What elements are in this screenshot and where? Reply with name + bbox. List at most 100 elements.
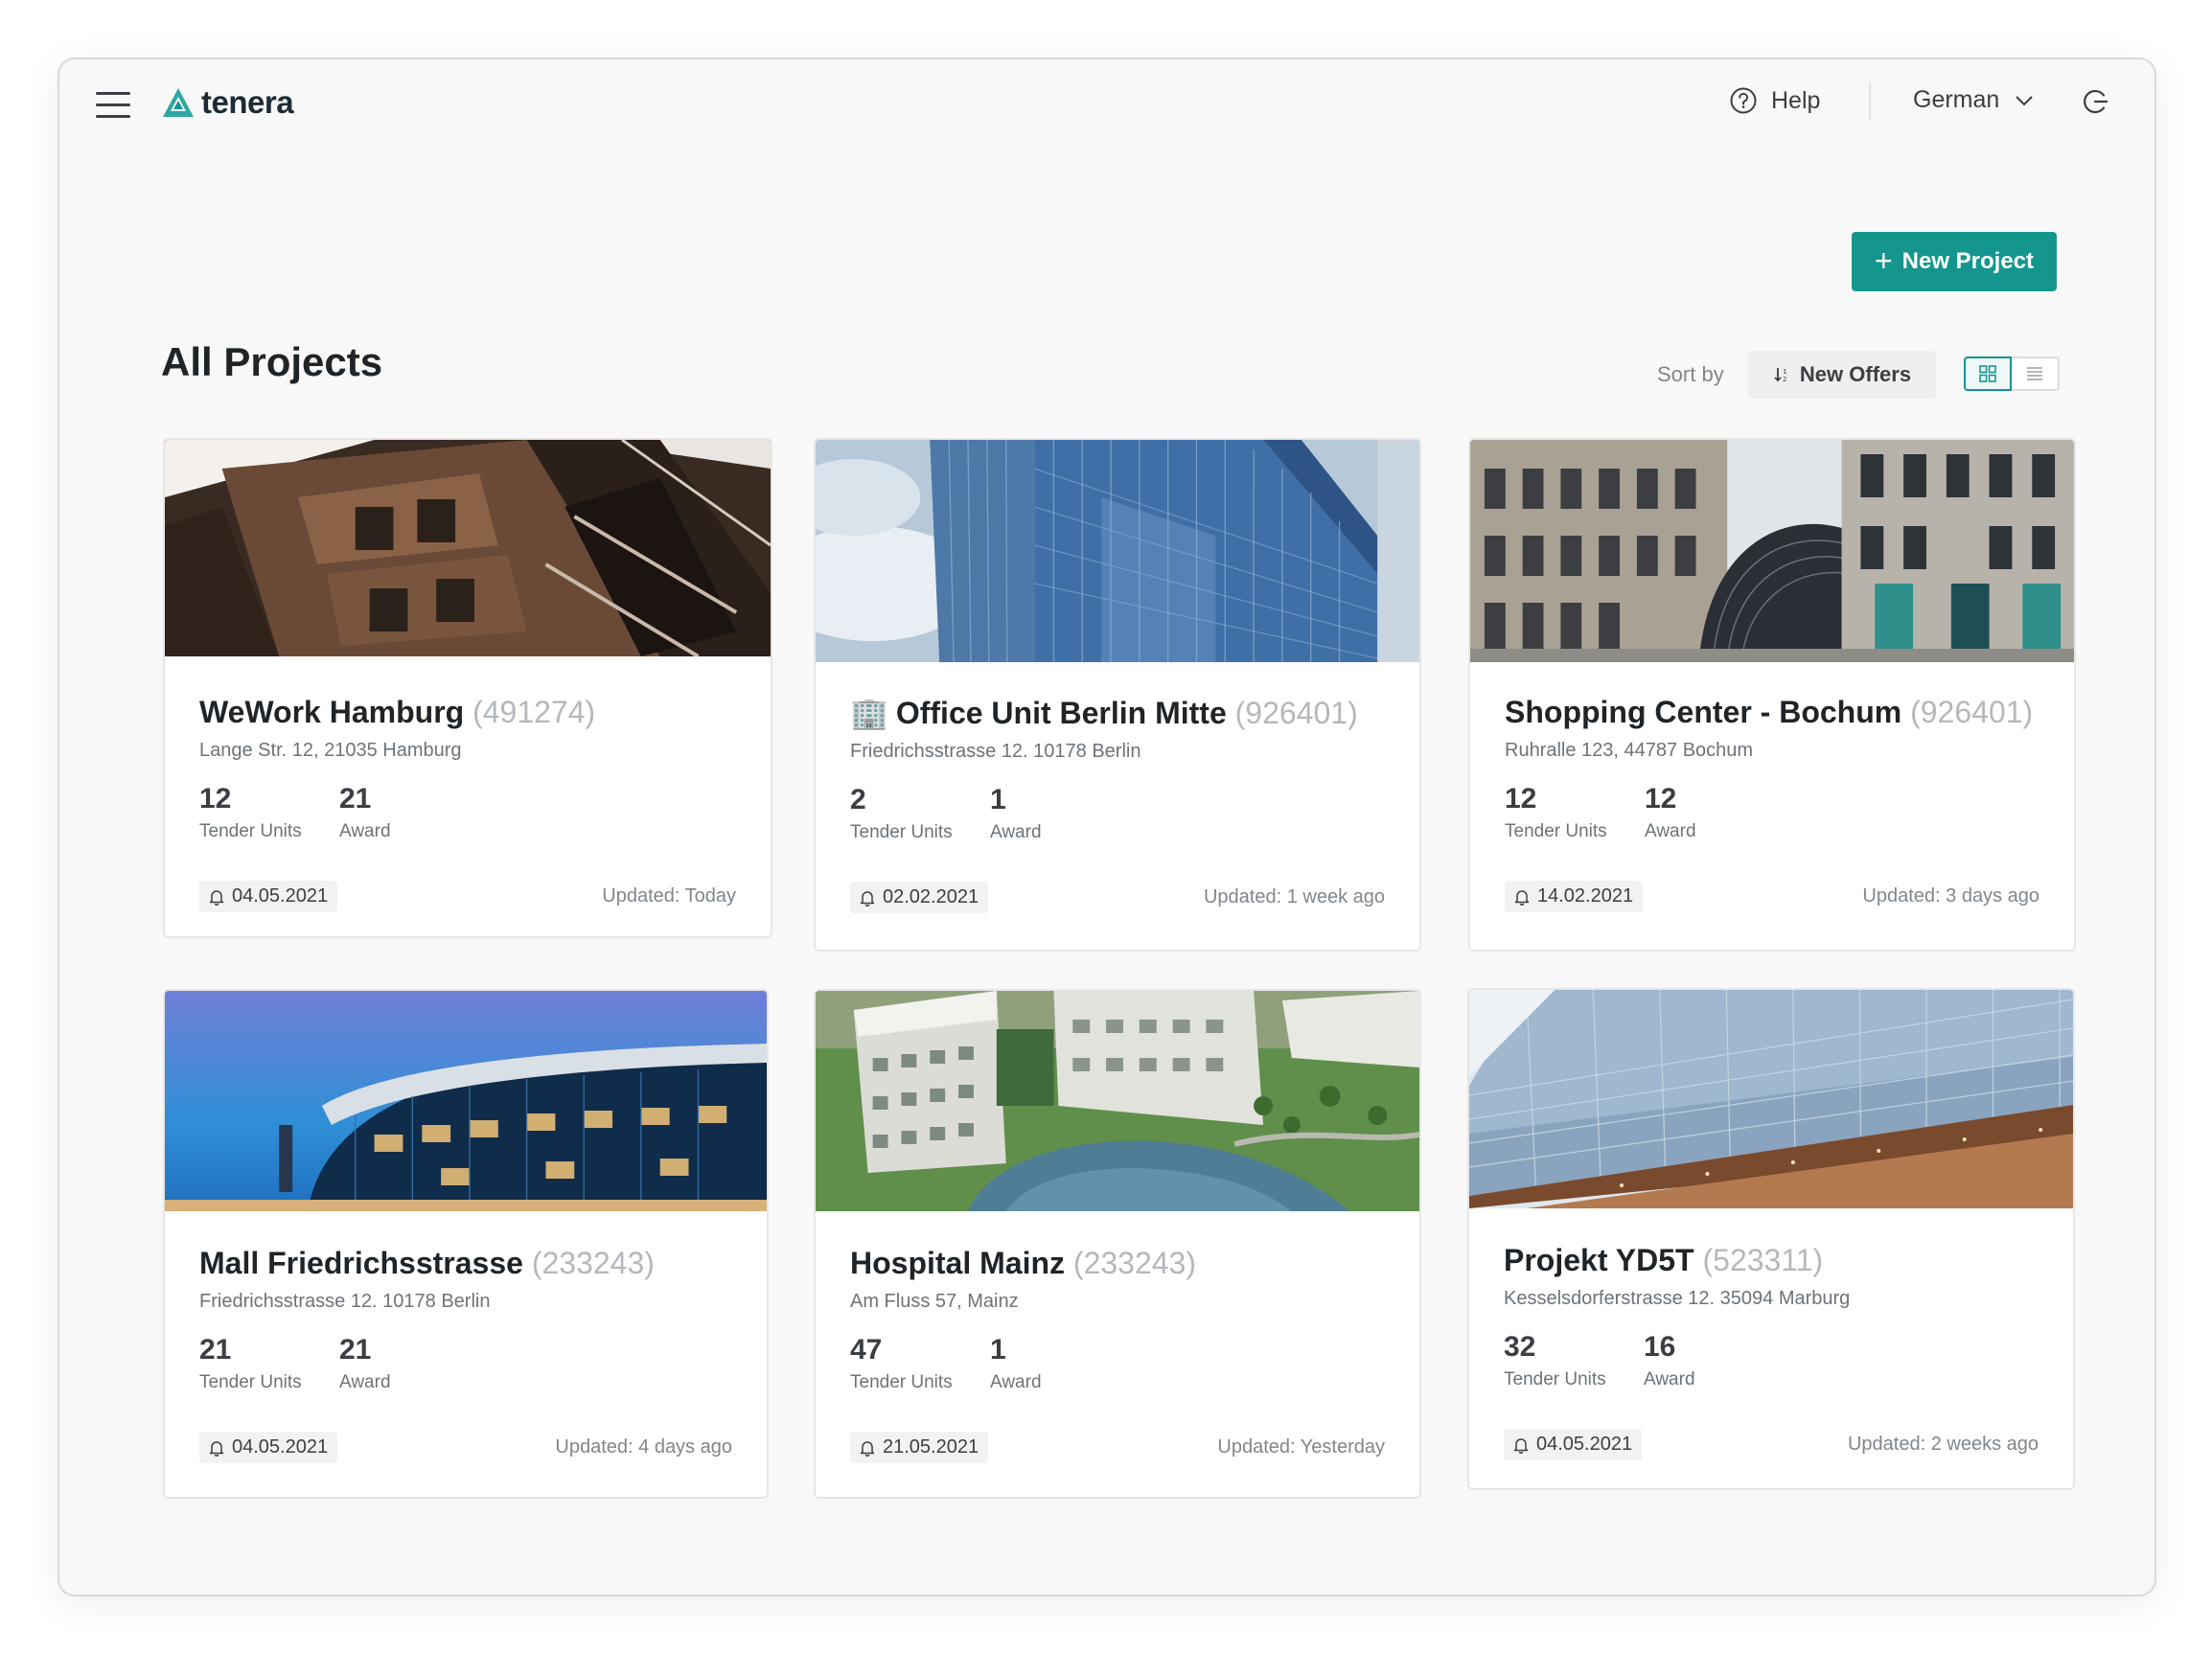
deadline-date: 04.05.2021 bbox=[1536, 1434, 1633, 1455]
deadline-chip: 04.05.2021 bbox=[1504, 1429, 1643, 1460]
page-title: All Projects bbox=[161, 339, 383, 384]
deadline-date: 02.02.2021 bbox=[883, 886, 979, 907]
sort-dropdown[interactable]: 1 2 New Offers bbox=[1748, 351, 1936, 399]
award-stat: 12 Award bbox=[1645, 783, 1785, 842]
project-card[interactable]: Shopping Center - Bochum (926401) Ruhral… bbox=[1468, 438, 2076, 952]
award-label: Award bbox=[990, 822, 1042, 842]
new-project-button[interactable]: + New Project bbox=[1852, 232, 2057, 291]
logout-button[interactable] bbox=[2080, 86, 2110, 122]
svg-text:1: 1 bbox=[1783, 368, 1786, 376]
award-count: 1 bbox=[990, 1334, 1006, 1366]
bell-icon bbox=[1514, 889, 1530, 906]
project-card[interactable]: Hospital Mainz (233243) Am Fluss 57, Mai… bbox=[814, 989, 1421, 1499]
help-circle-icon bbox=[1730, 87, 1757, 114]
deadline-chip: 14.02.2021 bbox=[1505, 881, 1644, 912]
award-count: 16 bbox=[1644, 1331, 1676, 1363]
bell-icon bbox=[209, 1440, 224, 1457]
tender-units-label: Tender Units bbox=[850, 1372, 953, 1392]
project-stats: 12 Tender Units 12 Award bbox=[1505, 783, 2039, 842]
logout-icon bbox=[2084, 89, 2108, 114]
award-stat: 21 Award bbox=[339, 1334, 479, 1393]
deadline-date: 04.05.2021 bbox=[232, 1436, 329, 1458]
deadline-chip: 04.05.2021 bbox=[199, 881, 338, 912]
project-image bbox=[816, 991, 1419, 1211]
project-card[interactable]: Mall Friedrichsstrasse (233243) Friedric… bbox=[163, 989, 769, 1499]
project-title: Mall Friedrichsstrasse (233243) bbox=[199, 1246, 732, 1281]
deadline-date: 14.02.2021 bbox=[1537, 885, 1634, 907]
project-stats: 21 Tender Units 21 Award bbox=[199, 1334, 732, 1393]
award-stat: 1 Award bbox=[990, 784, 1130, 843]
updated-text: Updated: 3 days ago bbox=[1862, 885, 2039, 907]
project-stats: 47 Tender Units 1 Award bbox=[850, 1334, 1385, 1393]
project-address: Friedrichsstrasse 12. 10178 Berlin bbox=[850, 741, 1141, 762]
bell-icon bbox=[860, 1440, 875, 1457]
updated-text: Updated: 2 weeks ago bbox=[1847, 1434, 2039, 1455]
project-id: (523311) bbox=[1702, 1243, 1824, 1277]
project-image bbox=[1470, 440, 2074, 662]
sort-icon: 1 2 bbox=[1774, 368, 1786, 383]
project-card[interactable]: 🏢 Office Unit Berlin Mitte (926401) Fried… bbox=[814, 438, 1421, 952]
language-label: German bbox=[1913, 86, 2000, 113]
project-name: Shopping Center - Bochum bbox=[1505, 695, 1902, 729]
list-icon bbox=[2027, 367, 2042, 380]
card-body: 🏢 Office Unit Berlin Mitte (926401) Fried… bbox=[816, 695, 1419, 913]
svg-text:2: 2 bbox=[1783, 376, 1786, 383]
tender-units-stat: 2 Tender Units bbox=[850, 784, 990, 843]
tender-units-stat: 21 Tender Units bbox=[199, 1334, 339, 1393]
project-id: (233243) bbox=[1072, 1246, 1196, 1280]
deadline-date: 04.05.2021 bbox=[232, 885, 329, 907]
sort-value: New Offers bbox=[1799, 362, 1912, 386]
tender-units-label: Tender Units bbox=[1504, 1369, 1606, 1389]
project-title: Hospital Mainz (233243) bbox=[850, 1246, 1385, 1281]
project-name: Office Unit Berlin Mitte bbox=[895, 696, 1227, 730]
view-toggle bbox=[1964, 356, 2060, 391]
tender-units-stat: 12 Tender Units bbox=[1505, 783, 1645, 842]
help-link[interactable]: Help bbox=[1729, 86, 1820, 115]
project-name: WeWork Hamburg bbox=[199, 695, 465, 729]
award-count: 21 bbox=[339, 783, 372, 815]
deadline-chip: 02.02.2021 bbox=[850, 882, 989, 913]
award-label: Award bbox=[1645, 821, 1696, 841]
tender-units-count: 21 bbox=[199, 1334, 232, 1366]
card-footer: 14.02.2021 Updated: 3 days ago bbox=[1505, 881, 2039, 912]
award-count: 21 bbox=[339, 1334, 372, 1366]
project-id: (233243) bbox=[531, 1246, 655, 1280]
card-footer: 04.05.2021 Updated: 2 weeks ago bbox=[1504, 1429, 2039, 1460]
logo-mark-icon bbox=[163, 88, 194, 117]
tender-units-stat: 47 Tender Units bbox=[850, 1334, 990, 1393]
card-footer: 04.05.2021 Updated: Today bbox=[199, 881, 736, 912]
logo[interactable]: tenera bbox=[163, 84, 294, 121]
project-title: Projekt YD5T (523311) bbox=[1504, 1243, 2039, 1278]
project-address: Friedrichsstrasse 12. 10178 Berlin bbox=[199, 1291, 491, 1312]
project-emoji: 🏢 bbox=[850, 696, 888, 730]
list-view-button[interactable] bbox=[2012, 356, 2060, 391]
hamburger-menu-icon[interactable] bbox=[96, 87, 130, 122]
project-id: (491274) bbox=[472, 695, 596, 729]
project-address: Lange Str. 12, 21035 Hamburg bbox=[199, 740, 462, 761]
award-label: Award bbox=[990, 1372, 1042, 1392]
project-address: Ruhralle 123, 44787 Bochum bbox=[1505, 740, 1754, 761]
bell-icon bbox=[209, 889, 224, 906]
deadline-chip: 21.05.2021 bbox=[850, 1432, 989, 1463]
updated-text: Updated: 4 days ago bbox=[555, 1436, 732, 1458]
card-footer: 04.05.2021 Updated: 4 days ago bbox=[199, 1432, 732, 1463]
bell-icon bbox=[860, 890, 875, 907]
tender-units-count: 2 bbox=[850, 784, 866, 815]
grid-view-button[interactable] bbox=[1964, 356, 2012, 391]
project-name: Mall Friedrichsstrasse bbox=[199, 1246, 523, 1280]
card-body: Projekt YD5T (523311) Kesselsdorferstras… bbox=[1469, 1243, 2073, 1460]
card-body: WeWork Hamburg (491274) Lange Str. 12, 2… bbox=[165, 695, 771, 912]
deadline-date: 21.05.2021 bbox=[883, 1436, 979, 1458]
tender-units-count: 12 bbox=[199, 783, 232, 815]
tender-units-label: Tender Units bbox=[199, 821, 302, 841]
project-card[interactable]: Projekt YD5T (523311) Kesselsdorferstras… bbox=[1467, 988, 2075, 1490]
project-title: WeWork Hamburg (491274) bbox=[199, 695, 736, 730]
language-select[interactable]: German bbox=[1913, 86, 2034, 114]
award-stat: 16 Award bbox=[1644, 1331, 1784, 1390]
tender-units-stat: 32 Tender Units bbox=[1504, 1331, 1644, 1390]
project-name: Projekt YD5T bbox=[1504, 1243, 1694, 1277]
award-count: 12 bbox=[1645, 783, 1677, 815]
tender-units-label: Tender Units bbox=[199, 1372, 302, 1392]
project-card[interactable]: WeWork Hamburg (491274) Lange Str. 12, 2… bbox=[163, 438, 772, 938]
chevron-down-icon bbox=[2016, 95, 2034, 105]
